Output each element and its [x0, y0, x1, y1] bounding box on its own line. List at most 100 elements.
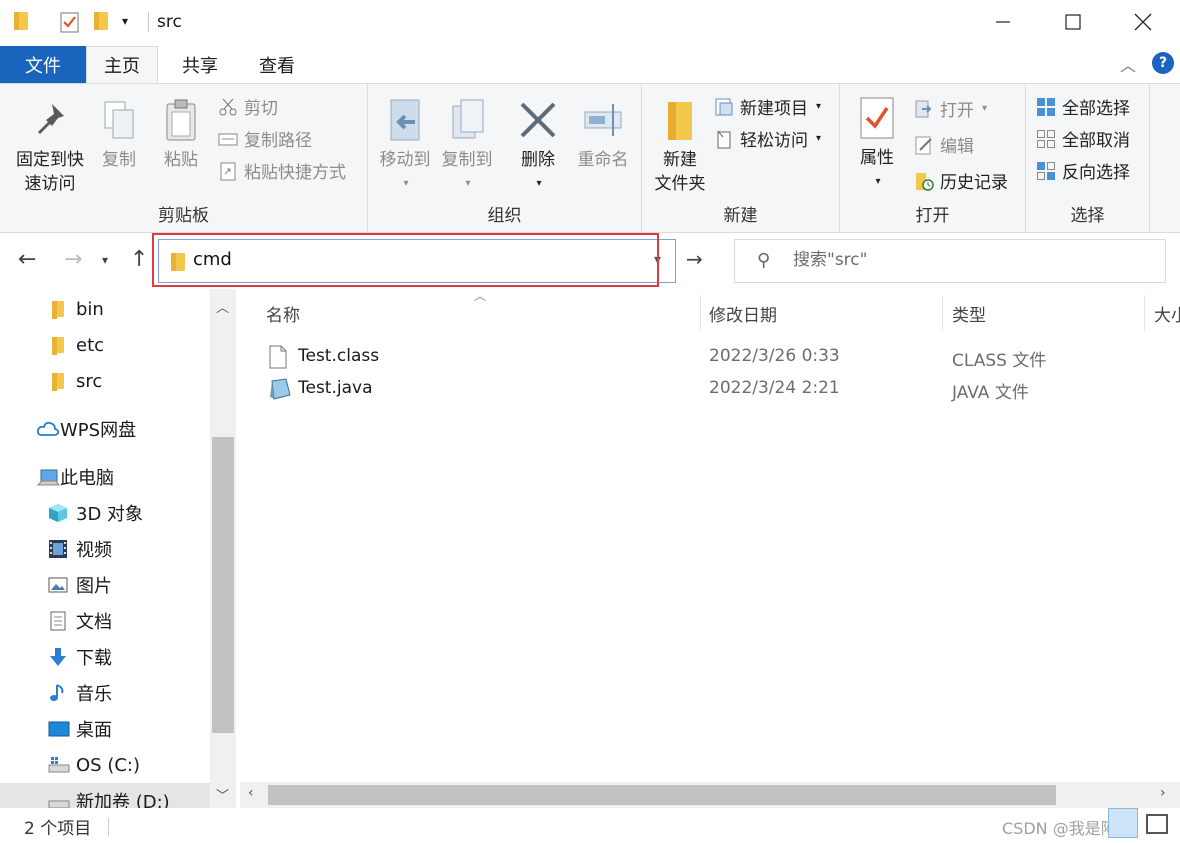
- tab-file[interactable]: 文件: [0, 46, 86, 83]
- select-all-button[interactable]: 全部选择: [1036, 94, 1130, 119]
- search-box[interactable]: ⚲: [734, 239, 1166, 283]
- horizontal-scrollbar[interactable]: ‹ ›: [240, 782, 1180, 808]
- file-type: CLASS 文件: [952, 351, 1047, 371]
- go-arrow-icon[interactable]: →: [686, 247, 703, 271]
- open-button[interactable]: 打开 ▾: [914, 96, 987, 121]
- column-divider[interactable]: [1144, 295, 1145, 331]
- select-none-button[interactable]: 全部取消: [1036, 126, 1130, 151]
- new-folder-button[interactable]: 新建 文件夹: [648, 98, 712, 196]
- nav-item-documents[interactable]: 文档: [0, 603, 210, 639]
- drive-icon: [48, 755, 70, 775]
- close-button[interactable]: [1108, 0, 1178, 44]
- navigation-scrollbar[interactable]: ︿ ﹀: [210, 289, 236, 808]
- tab-view[interactable]: 查看: [241, 46, 313, 83]
- details-view-button[interactable]: [1108, 808, 1138, 838]
- cloud-icon: [36, 419, 60, 439]
- maximize-button[interactable]: [1038, 0, 1108, 44]
- folder-icon: [52, 371, 72, 391]
- edit-button[interactable]: 编辑: [914, 132, 974, 157]
- back-arrow-icon[interactable]: ←: [18, 247, 36, 272]
- address-input[interactable]: [193, 249, 633, 270]
- recent-locations-icon[interactable]: ▾: [102, 253, 108, 267]
- copy-button[interactable]: 复制: [94, 98, 144, 172]
- search-input[interactable]: [793, 250, 1153, 270]
- help-icon[interactable]: ?: [1152, 52, 1174, 74]
- nav-item-src[interactable]: src: [0, 363, 210, 399]
- invert-selection-button[interactable]: 反向选择: [1036, 158, 1130, 183]
- open-icon: [914, 99, 934, 119]
- scroll-down-icon[interactable]: ﹀: [216, 785, 229, 804]
- copy-path-button[interactable]: 复制路径: [218, 126, 312, 151]
- organize-group-label: 组织: [487, 206, 522, 226]
- column-divider[interactable]: [700, 295, 701, 331]
- copy-to-button[interactable]: 复制到 ▾: [436, 98, 498, 196]
- copy-to-icon: [447, 98, 487, 144]
- minimize-button[interactable]: [968, 0, 1038, 44]
- nav-item-downloads[interactable]: 下载: [0, 639, 210, 675]
- large-icons-view-button[interactable]: [1146, 814, 1168, 834]
- nav-item-3d-objects[interactable]: 3D 对象: [0, 495, 210, 531]
- properties-quick-icon[interactable]: [60, 11, 80, 37]
- move-to-button[interactable]: 移动到 ▾: [374, 98, 436, 196]
- address-dropdown-icon[interactable]: ▾: [654, 252, 661, 268]
- up-arrow-icon[interactable]: ↑: [130, 247, 148, 272]
- delete-button[interactable]: 删除 ▾: [512, 98, 564, 196]
- new-folder-icon: [660, 98, 700, 144]
- cut-button[interactable]: 剪切: [218, 94, 278, 119]
- status-separator: [108, 818, 109, 836]
- horizontal-scroll-thumb[interactable]: [268, 785, 1056, 805]
- file-name: Test.java: [298, 378, 373, 398]
- pin-to-quick-access-button[interactable]: 固定到快 速访问: [10, 98, 90, 196]
- nav-item-wps-cloud[interactable]: WPS网盘: [0, 411, 210, 447]
- nav-item-music[interactable]: 音乐: [0, 675, 210, 711]
- collapse-ribbon-icon[interactable]: ︿: [1120, 52, 1136, 76]
- file-list: ︿ 名称 修改日期 类型 大小 Test.class 2022/3/26 0:3…: [240, 289, 1180, 808]
- tab-home[interactable]: 主页: [86, 46, 158, 83]
- paste-shortcut-button[interactable]: 粘贴快捷方式: [218, 158, 346, 183]
- paste-button[interactable]: 粘贴: [156, 98, 206, 172]
- status-bar: 2 个项目 CSDN @我是阿黑: [0, 808, 1180, 843]
- group-new: 新建 文件夹 新建项目 ▾ 轻松访问 ▾ 新建: [642, 84, 840, 232]
- properties-button[interactable]: 属性 ▾: [852, 96, 902, 194]
- scroll-up-icon[interactable]: ︿: [216, 297, 229, 316]
- forward-arrow-icon[interactable]: →: [64, 247, 82, 272]
- scroll-right-icon[interactable]: ›: [1160, 785, 1166, 801]
- column-divider[interactable]: [942, 295, 943, 331]
- nav-item-os-c[interactable]: OS (C:): [0, 747, 210, 783]
- nav-item-new-volume-d[interactable]: 新加卷 (D:): [0, 783, 210, 808]
- edit-icon: [914, 135, 934, 155]
- easy-access-button[interactable]: 轻松访问 ▾: [714, 126, 821, 151]
- file-icon: [268, 345, 288, 369]
- nav-item-pictures[interactable]: 图片: [0, 567, 210, 603]
- history-button[interactable]: 历史记录: [914, 168, 1008, 193]
- file-row[interactable]: Test.java 2022/3/24 2:21 JAVA 文件: [264, 373, 1164, 405]
- tab-share[interactable]: 共享: [164, 46, 236, 83]
- nav-item-bin[interactable]: bin: [0, 291, 210, 327]
- group-clipboard: 固定到快 速访问 复制 粘贴 剪切 复制路径 粘贴快捷方式 剪贴板: [0, 84, 368, 232]
- history-icon: [914, 171, 934, 191]
- folder-icon: [52, 335, 72, 355]
- address-bar[interactable]: ▾: [158, 239, 676, 283]
- title-separator: [148, 12, 149, 32]
- select-group-label: 选择: [1070, 206, 1105, 226]
- new-item-button[interactable]: 新建项目 ▾: [714, 94, 821, 119]
- scroll-left-icon[interactable]: ‹: [248, 785, 254, 801]
- column-header-modified[interactable]: 修改日期: [709, 301, 777, 326]
- column-header-name[interactable]: 名称: [266, 301, 300, 326]
- group-organize: 移动到 ▾ 复制到 ▾ 删除 ▾ 重命名 组织: [368, 84, 642, 232]
- column-header-size[interactable]: 大小: [1154, 301, 1180, 326]
- invert-selection-icon: [1036, 161, 1056, 181]
- rename-button[interactable]: 重命名: [570, 98, 636, 172]
- nav-item-this-pc[interactable]: 此电脑: [0, 459, 210, 495]
- nav-item-etc[interactable]: etc: [0, 327, 210, 363]
- select-none-icon: [1036, 129, 1056, 149]
- navigation-scroll-thumb[interactable]: [212, 437, 234, 733]
- nav-item-videos[interactable]: 视频: [0, 531, 210, 567]
- column-header-type[interactable]: 类型: [952, 301, 986, 326]
- file-row[interactable]: Test.class 2022/3/26 0:33 CLASS 文件: [264, 341, 1164, 373]
- customize-quick-access-icon[interactable]: ▾: [122, 14, 128, 28]
- new-item-icon: [714, 97, 734, 117]
- nav-item-desktop[interactable]: 桌面: [0, 711, 210, 747]
- folder-icon: [52, 299, 72, 319]
- drive-icon: [48, 791, 70, 808]
